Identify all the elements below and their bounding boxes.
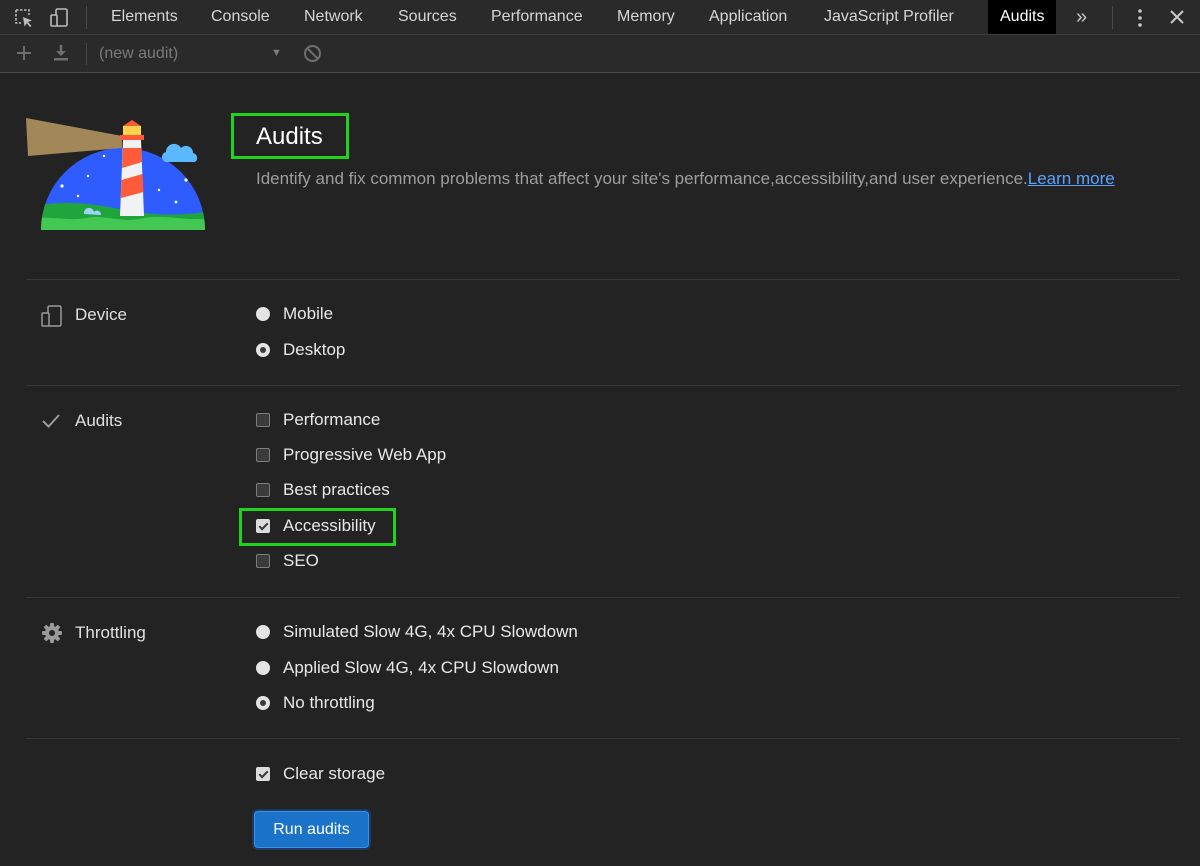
block-icon[interactable] <box>303 44 322 68</box>
inspect-element-icon[interactable] <box>14 8 34 28</box>
tab-divider <box>86 6 87 29</box>
section-divider <box>26 597 1180 598</box>
learn-more-link[interactable]: Learn more <box>1028 169 1115 188</box>
throttling-option-simulated[interactable]: Simulated Slow 4G, 4x CPU Slowdown <box>256 621 578 643</box>
throttling-option-applied[interactable]: Applied Slow 4G, 4x CPU Slowdown <box>256 657 559 679</box>
no-throttling-radio[interactable] <box>256 696 270 710</box>
tab-sources[interactable]: Sources <box>398 0 457 34</box>
tab-javascript-profiler[interactable]: JavaScript Profiler <box>824 0 954 34</box>
description-text: Identify and fix common problems that af… <box>256 169 1028 188</box>
audits-panel: Audits Identify and fix common problems … <box>0 73 1200 866</box>
audit-option-accessibility[interactable]: Accessibility <box>256 515 376 537</box>
lighthouse-logo <box>26 118 222 239</box>
performance-checkbox[interactable] <box>256 413 270 427</box>
kebab-menu-icon[interactable] <box>1134 8 1146 33</box>
device-toolbar-icon[interactable] <box>50 8 70 28</box>
mobile-label: Mobile <box>283 304 334 323</box>
best-practices-label: Best practices <box>283 480 390 499</box>
tab-divider <box>1112 6 1113 29</box>
chevron-double-right-icon[interactable]: » <box>1076 0 1087 34</box>
audit-option-best-practices[interactable]: Best practices <box>256 479 390 501</box>
tab-elements[interactable]: Elements <box>111 0 178 34</box>
section-divider <box>26 385 1180 386</box>
audit-option-seo[interactable]: SEO <box>256 550 319 572</box>
tab-network[interactable]: Network <box>304 0 363 34</box>
audit-option-pwa[interactable]: Progressive Web App <box>256 444 446 466</box>
audits-label: Audits <box>75 411 123 430</box>
chevron-down-icon[interactable]: ▼ <box>271 47 282 59</box>
toolbar-divider <box>86 43 87 65</box>
run-audits-button[interactable]: Run audits <box>254 811 369 848</box>
best-practices-checkbox[interactable] <box>256 483 270 497</box>
section-divider <box>26 279 1180 280</box>
clear-storage-checkbox[interactable] <box>256 767 270 781</box>
throttling-option-none[interactable]: No throttling <box>256 692 375 714</box>
page-title: Audits <box>256 123 323 150</box>
simulated-label: Simulated Slow 4G, 4x CPU Slowdown <box>283 622 578 641</box>
devtools-tab-bar: Elements Console Network Sources Perform… <box>0 0 1200 35</box>
plus-icon[interactable] <box>15 44 33 67</box>
mobile-radio[interactable] <box>256 307 270 321</box>
close-icon[interactable] <box>1168 8 1186 31</box>
audit-select[interactable]: (new audit) <box>99 35 178 72</box>
desktop-radio[interactable] <box>256 343 270 357</box>
tab-performance[interactable]: Performance <box>491 0 583 34</box>
device-option-desktop[interactable]: Desktop <box>256 339 345 361</box>
seo-checkbox[interactable] <box>256 554 270 568</box>
tab-audits[interactable]: Audits <box>988 0 1057 34</box>
accessibility-checkbox[interactable] <box>256 519 270 533</box>
checkmark-icon <box>40 410 62 437</box>
device-label: Device <box>75 305 127 324</box>
pwa-label: Progressive Web App <box>283 445 447 464</box>
gear-icon <box>41 622 63 649</box>
desktop-label: Desktop <box>283 340 346 359</box>
audits-toolbar: (new audit) ▼ <box>0 35 1200 73</box>
section-divider <box>26 738 1180 739</box>
download-icon[interactable] <box>52 44 70 67</box>
tab-memory[interactable]: Memory <box>617 0 675 34</box>
performance-label: Performance <box>283 410 381 429</box>
seo-label: SEO <box>283 551 319 570</box>
audits-description: Identify and fix common problems that af… <box>256 169 1115 189</box>
clear-storage-option[interactable]: Clear storage <box>256 763 385 785</box>
clear-storage-label: Clear storage <box>283 764 386 783</box>
applied-label: Applied Slow 4G, 4x CPU Slowdown <box>283 658 559 677</box>
no-throttling-label: No throttling <box>283 693 375 712</box>
audit-option-performance[interactable]: Performance <box>256 409 380 431</box>
simulated-radio[interactable] <box>256 625 270 639</box>
throttling-label: Throttling <box>75 623 146 642</box>
device-icon <box>40 304 64 333</box>
device-option-mobile[interactable]: Mobile <box>256 303 333 325</box>
pwa-checkbox[interactable] <box>256 448 270 462</box>
tab-console[interactable]: Console <box>211 0 270 34</box>
applied-radio[interactable] <box>256 661 270 675</box>
tab-application[interactable]: Application <box>709 0 787 34</box>
accessibility-label: Accessibility <box>283 516 376 535</box>
